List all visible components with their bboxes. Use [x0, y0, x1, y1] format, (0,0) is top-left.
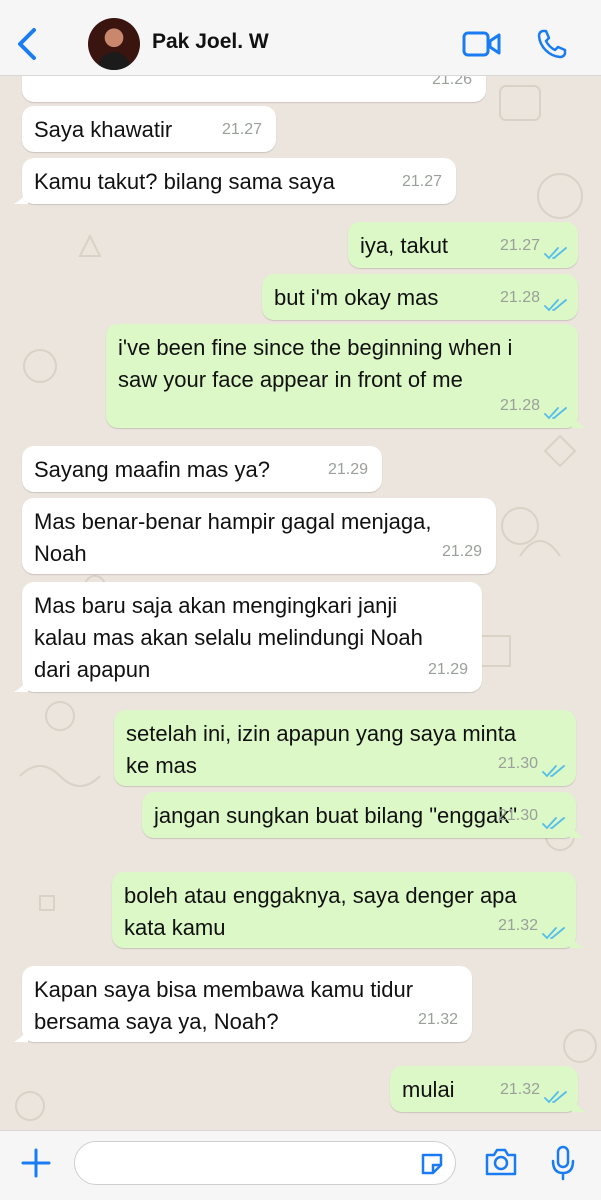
message-time: 21.27 [221, 121, 262, 138]
bubble-tail [570, 824, 584, 838]
message-time: 21.28 [499, 289, 540, 306]
message-text: Kapan saya bisa membawa kamu tidur bersa… [34, 977, 414, 1034]
read-receipt-icon [544, 407, 567, 420]
message-text: Mas baru saja akan mengingkari janji kal… [34, 593, 423, 682]
camera-icon[interactable] [484, 1147, 518, 1177]
video-camera-icon[interactable] [462, 28, 502, 60]
read-receipt-icon [542, 765, 565, 778]
incoming-message[interactable]: Mas baru saja akan mengingkari janji kal… [14, 582, 482, 692]
message-text: Sayang maafin mas ya? [34, 457, 271, 482]
message-time: 21.29 [441, 543, 482, 560]
read-receipt-icon [542, 927, 565, 940]
message-time: 21.27 [401, 173, 442, 190]
incoming-message[interactable]: Saya khawatir 21.27 [22, 106, 276, 152]
outgoing-message[interactable]: boleh atau enggaknya, saya denger apa ka… [112, 872, 584, 948]
message-time: 21.28 [499, 397, 540, 414]
message-time: 21.29 [327, 461, 368, 478]
outgoing-message[interactable]: iya, takut 21.27 [348, 222, 578, 268]
avatar[interactable] [88, 18, 140, 70]
outgoing-message[interactable]: setelah ini, izin apapun yang saya minta… [114, 710, 576, 786]
message-time: 21.30 [497, 807, 538, 824]
message-time: 21.32 [499, 1081, 540, 1098]
message-time: 21.29 [427, 661, 468, 678]
message-time: 21.26 [431, 76, 472, 88]
bubble-tail [570, 934, 584, 948]
message-time: 21.32 [417, 1011, 458, 1028]
outgoing-message[interactable]: mulai 21.32 [390, 1066, 586, 1112]
incoming-message[interactable]: Kapan saya bisa membawa kamu tidur bersa… [14, 966, 472, 1042]
sticker-icon[interactable] [419, 1151, 445, 1177]
outgoing-message[interactable]: but i'm okay mas 21.28 [262, 274, 578, 320]
message-text: i've been fine since the beginning when … [118, 335, 513, 392]
outgoing-message[interactable]: i've been fine since the beginning when … [106, 324, 586, 428]
contact-name[interactable]: Pak Joel. W [152, 30, 269, 54]
bubble-tail [14, 190, 28, 204]
message-time: 21.27 [499, 237, 540, 254]
message-text: mulai [402, 1077, 455, 1102]
incoming-message[interactable]: Sayang maafin mas ya? 21.29 [22, 446, 382, 492]
composer-bar [0, 1130, 601, 1200]
incoming-message[interactable]: Mas benar-benar hampir gagal menjaga, No… [22, 498, 496, 574]
message-text: Mas benar-benar hampir gagal menjaga, No… [34, 509, 432, 566]
message-text: Kamu takut? bilang sama saya [34, 169, 335, 194]
read-receipt-icon [542, 817, 565, 830]
message-time: 21.30 [497, 755, 538, 772]
message-input[interactable] [74, 1141, 456, 1185]
bubble-tail [572, 414, 586, 428]
message-input-field[interactable] [89, 1148, 413, 1180]
chat-header: Pak Joel. W [0, 0, 601, 76]
read-receipt-icon [544, 1091, 567, 1104]
outgoing-message[interactable]: jangan sungkan buat bilang "enggak" 21.30 [142, 792, 584, 838]
microphone-icon[interactable] [550, 1145, 576, 1181]
chevron-left-icon[interactable] [14, 26, 42, 62]
read-receipt-icon [544, 247, 567, 260]
incoming-message[interactable]: Kamu takut? bilang sama saya 21.27 [14, 158, 456, 204]
phone-icon[interactable] [536, 28, 568, 60]
read-receipt-icon [544, 299, 567, 312]
chat-area[interactable]: 21.26 Saya khawatir 21.27 Kamu takut? bilan… [0, 76, 601, 1130]
bubble-tail [14, 678, 28, 692]
plus-icon[interactable] [20, 1147, 52, 1179]
bubble-tail [14, 1028, 28, 1042]
incoming-message[interactable]: 21.26 [22, 76, 486, 102]
message-time: 21.32 [497, 917, 538, 934]
bubble-tail [572, 1098, 586, 1112]
